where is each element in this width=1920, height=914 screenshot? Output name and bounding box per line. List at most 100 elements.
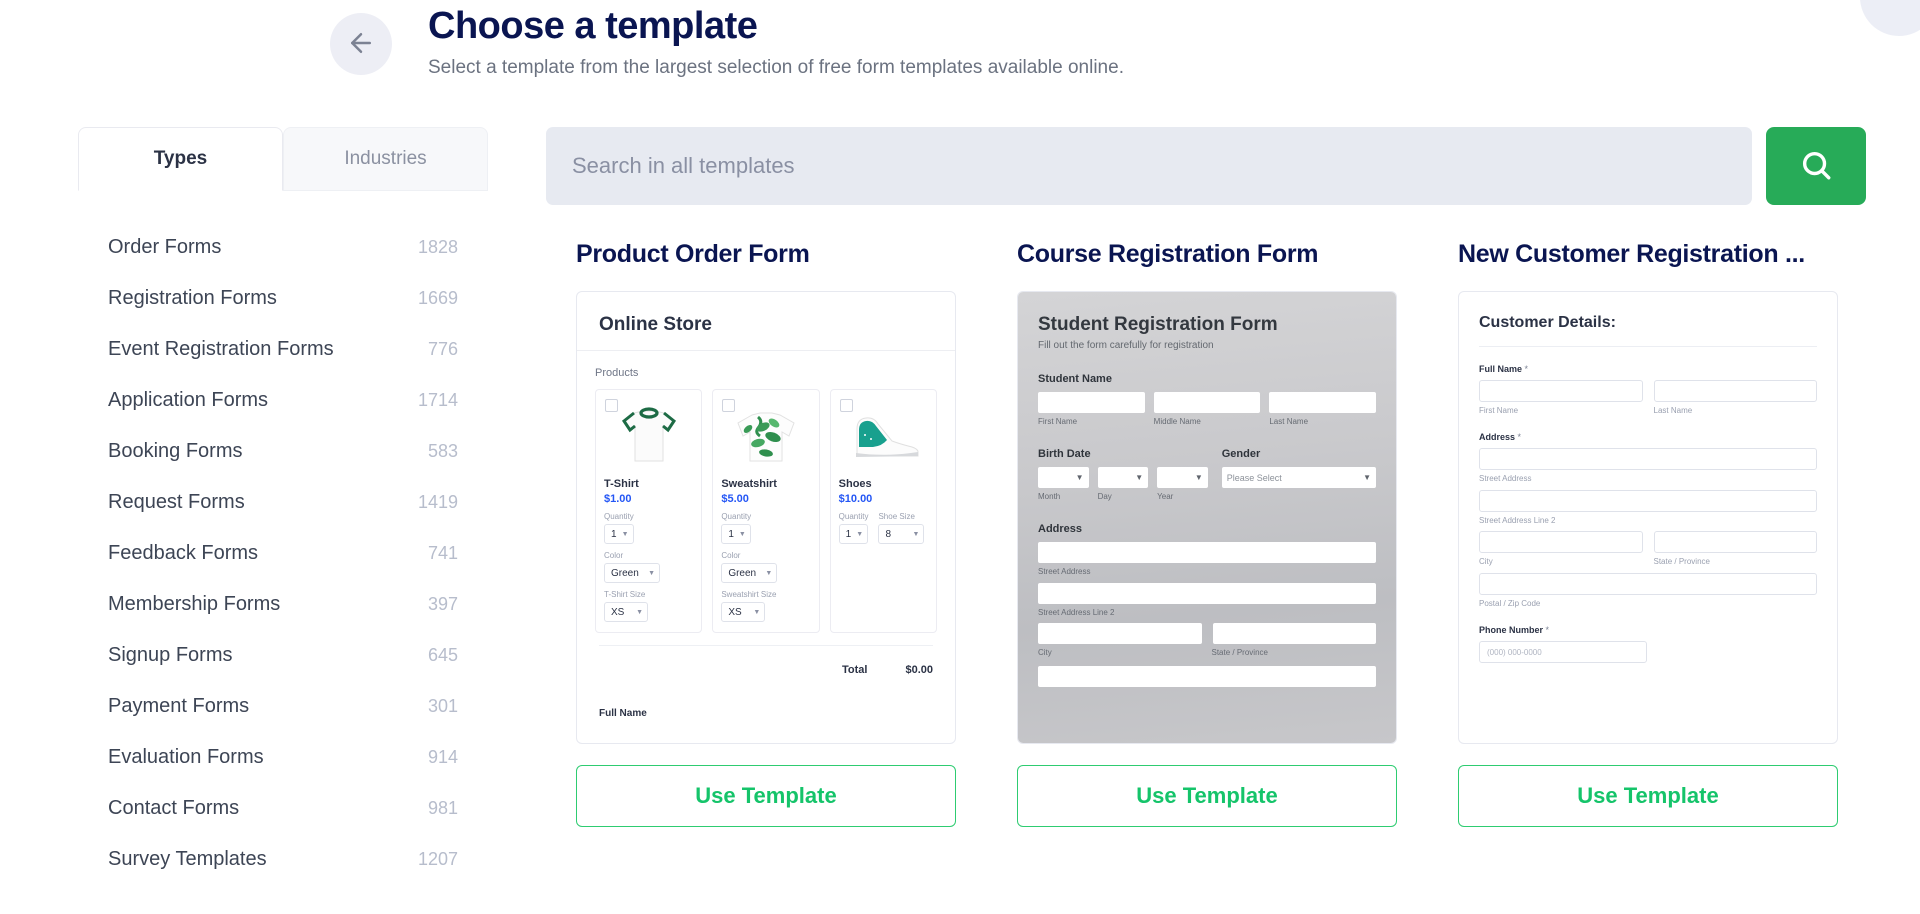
city-input[interactable] xyxy=(1038,623,1202,644)
last-name-input[interactable] xyxy=(1269,392,1377,413)
student-name-label: Student Name xyxy=(1038,373,1112,385)
template-preview[interactable]: Student Registration Form Fill out the f… xyxy=(1017,291,1397,744)
search-button[interactable] xyxy=(1766,127,1866,205)
category-item[interactable]: Booking Forms 583 xyxy=(78,426,488,477)
first-name-input[interactable] xyxy=(1038,392,1145,413)
chevron-down-icon: ▼ xyxy=(1075,473,1084,482)
student-name-sublabels: First Name Middle Name Last Name xyxy=(1038,413,1376,426)
postal-input[interactable] xyxy=(1038,666,1376,687)
color-select[interactable]: Green ▼ xyxy=(721,563,778,583)
middle-name-input[interactable] xyxy=(1153,392,1261,413)
product-price: $5.00 xyxy=(721,493,749,505)
tab-types[interactable]: Types xyxy=(78,127,283,191)
category-item[interactable]: Request Forms 1419 xyxy=(78,477,488,528)
shoe-size-select[interactable]: 8 ▼ xyxy=(878,524,925,544)
category-count: 1669 xyxy=(417,288,458,308)
preview-body: Customer Details: Full Name * First Name… xyxy=(1459,292,1837,663)
use-template-button[interactable]: Use Template xyxy=(1458,765,1838,827)
size-select[interactable]: XS ▼ xyxy=(604,602,648,622)
category-item[interactable]: Event Registration Forms 776 xyxy=(78,324,488,375)
category-label: Contact Forms xyxy=(108,797,240,819)
student-name-fields xyxy=(1038,392,1377,413)
street-address-2-input[interactable] xyxy=(1038,583,1376,604)
template-card[interactable]: Product Order Form Online Store Products xyxy=(576,240,956,827)
quantity-label: Quantity xyxy=(721,512,752,521)
quantity-select[interactable]: 1 ▼ xyxy=(838,524,869,544)
product-item[interactable]: T-Shirt $1.00 Quantity 1 ▼ Color Green ▼ T… xyxy=(595,389,703,633)
quantity-value: 1 xyxy=(611,528,617,540)
product-item[interactable]: Sweatshirt $5.00 Quantity 1 ▼ Color Green… xyxy=(712,389,820,633)
birth-date-selects: ▼ ▼ ▼ xyxy=(1038,467,1208,488)
product-checkbox[interactable] xyxy=(722,399,736,412)
use-template-button[interactable]: Use Template xyxy=(1017,765,1397,827)
state-input[interactable] xyxy=(1653,531,1817,553)
category-item[interactable]: Survey Templates 1207 xyxy=(78,834,488,885)
category-item[interactable]: Payment Forms 301 xyxy=(78,681,488,732)
last-name-input[interactable] xyxy=(1653,380,1817,402)
category-item[interactable]: Registration Forms 1669 xyxy=(78,273,488,324)
category-count: 583 xyxy=(427,441,458,461)
color-select[interactable]: Green ▼ xyxy=(604,563,660,583)
category-item[interactable]: Order Forms 1828 xyxy=(78,222,488,273)
size-select[interactable]: XS ▼ xyxy=(721,602,766,622)
category-item[interactable]: Application Forms 1714 xyxy=(78,375,488,426)
required-mark: * xyxy=(1517,432,1522,442)
template-category-panel: Types Industries Order Forms 1828 Registra… xyxy=(78,127,488,914)
month-select[interactable]: ▼ xyxy=(1038,467,1089,488)
street-address-2-input[interactable] xyxy=(1479,490,1817,512)
category-label: Registration Forms xyxy=(108,287,277,309)
birth-date-label: Birth Date xyxy=(1038,448,1091,460)
quantity-select[interactable]: 1 ▼ xyxy=(604,524,634,544)
postal-sublabel: Postal / Zip Code xyxy=(1479,599,1541,608)
template-card[interactable]: Course Registration Form Student Registr… xyxy=(1017,240,1397,827)
gender-label: Gender xyxy=(1221,448,1261,460)
city-sublabel: City xyxy=(1479,557,1493,566)
quantity-label: Quantity xyxy=(604,512,634,521)
phone-input[interactable]: (000) 000-0000 xyxy=(1479,641,1647,663)
chevron-down-icon: ▼ xyxy=(1194,473,1203,482)
template-preview[interactable]: Customer Details: Full Name * First Name… xyxy=(1458,291,1838,744)
address-label: Address xyxy=(1038,523,1083,535)
category-item[interactable]: Signup Forms 645 xyxy=(78,630,488,681)
template-card[interactable]: New Customer Registration ... Customer D… xyxy=(1458,240,1838,827)
page-subtitle: Select a template from the largest selec… xyxy=(428,57,1124,78)
product-price: $10.00 xyxy=(838,493,873,505)
tab-industries[interactable]: Industries xyxy=(283,127,488,191)
product-checkbox[interactable] xyxy=(605,399,618,412)
category-item[interactable]: Contact Forms 981 xyxy=(78,783,488,834)
use-template-button[interactable]: Use Template xyxy=(576,765,956,827)
first-name-input[interactable] xyxy=(1479,380,1643,402)
chevron-down-icon: ▼ xyxy=(636,608,643,616)
category-item[interactable]: Membership Forms 397 xyxy=(78,579,488,630)
category-count: 1419 xyxy=(417,492,458,512)
back-button[interactable] xyxy=(330,13,392,75)
first-name-sublabel: First Name xyxy=(1479,406,1519,415)
full-name-fields xyxy=(1479,380,1817,402)
street-address-input[interactable] xyxy=(1479,448,1817,470)
product-checkbox[interactable] xyxy=(839,399,853,412)
search-input[interactable] xyxy=(546,127,1752,205)
product-item[interactable]: Shoes $10.00 Quantity 1 ▼ Shoe Size 8 ▼ xyxy=(829,389,937,633)
page-header: Choose a template Select a template from… xyxy=(0,0,1920,110)
gender-select[interactable]: Please Select ▼ xyxy=(1221,467,1376,488)
color-label: Color xyxy=(721,551,741,560)
category-label: Evaluation Forms xyxy=(108,746,264,768)
category-item[interactable]: Evaluation Forms 914 xyxy=(78,732,488,783)
state-input[interactable] xyxy=(1212,623,1376,644)
quantity-select[interactable]: 1 ▼ xyxy=(721,524,751,544)
street-address-input[interactable] xyxy=(1038,542,1376,563)
postal-input[interactable] xyxy=(1479,573,1817,595)
city-input[interactable] xyxy=(1479,531,1643,553)
state-sublabel: State / Province xyxy=(1211,648,1268,657)
product-name: Sweatshirt xyxy=(721,478,777,490)
template-preview[interactable]: Online Store Products T-Shirt $1.00 Quan… xyxy=(576,291,956,744)
year-select[interactable]: ▼ xyxy=(1157,467,1208,488)
day-select[interactable]: ▼ xyxy=(1097,467,1149,488)
product-name: Shoes xyxy=(838,478,872,490)
phone-fields: (000) 000-0000 xyxy=(1479,641,1817,663)
first-name-sublabel: First Name xyxy=(1038,417,1078,426)
birth-date-sublabels: Month Day Year xyxy=(1038,488,1208,501)
category-item[interactable]: Feedback Forms 741 xyxy=(78,528,488,579)
required-mark: * xyxy=(1545,625,1550,635)
category-label: Feedback Forms xyxy=(108,542,259,564)
